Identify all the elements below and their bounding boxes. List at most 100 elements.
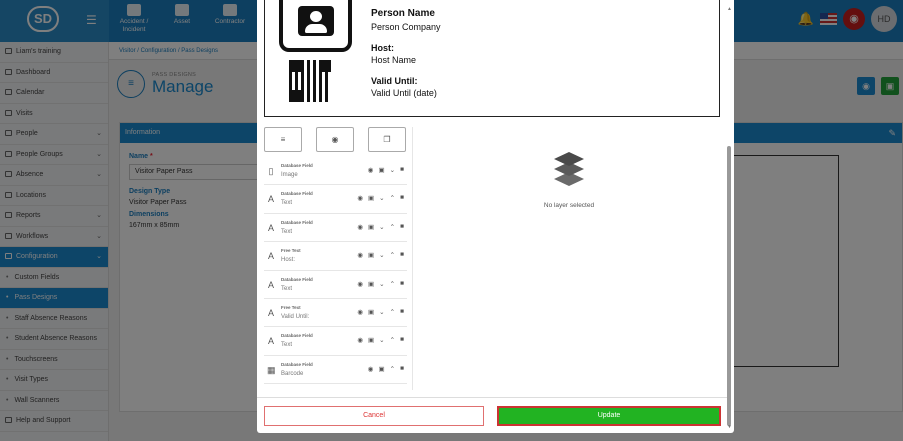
trash-icon[interactable]: ■ bbox=[400, 194, 404, 202]
eye-icon[interactable]: ◉ bbox=[357, 194, 363, 202]
modal-scrollbar[interactable]: ▲ ▼ bbox=[727, 6, 732, 430]
image-layer-icon: ▯ bbox=[268, 166, 274, 176]
layer-name: Text bbox=[281, 285, 293, 292]
layer-type: Free Text bbox=[281, 304, 301, 310]
layer-actions: ◉ ▣ ⌄ ⌃ ■ bbox=[357, 336, 404, 344]
eye-icon[interactable]: ◉ bbox=[357, 336, 363, 344]
chevron-down-icon[interactable]: ⌄ bbox=[379, 336, 384, 344]
empty-state-text: No layer selected bbox=[543, 202, 595, 209]
cancel-button[interactable]: Cancel bbox=[264, 406, 484, 426]
qr-code-icon bbox=[289, 60, 331, 102]
scroll-down-icon[interactable]: ▼ bbox=[727, 424, 732, 430]
layer-item[interactable]: A Free Text Valid Until: ◉ ▣ ⌄ ⌃ ■ bbox=[264, 299, 407, 328]
layer-item[interactable]: A Database Field Text ◉ ▣ ⌄ ⌃ ■ bbox=[264, 185, 407, 214]
text-layer-icon: A bbox=[267, 251, 274, 262]
lock-icon[interactable]: ▣ bbox=[378, 365, 384, 373]
layer-list: ▯ Database Field Image ◉ ▣ ⌄ ■ A Database Field… bbox=[264, 157, 407, 385]
chevron-up-icon[interactable]: ⌃ bbox=[390, 336, 395, 344]
eye-icon[interactable]: ◉ bbox=[357, 251, 363, 259]
layer-actions: ◉ ▣ ⌄ ⌃ ■ bbox=[357, 251, 404, 259]
trash-icon[interactable]: ■ bbox=[400, 336, 404, 344]
chevron-up-icon[interactable]: ⌃ bbox=[390, 194, 395, 202]
trash-icon[interactable]: ■ bbox=[400, 251, 404, 259]
modal-footer-divider bbox=[257, 397, 727, 398]
layer-item[interactable]: ▦ Database Field Barcode ◉ ▣ ⌃ ■ bbox=[264, 356, 407, 385]
layer-item[interactable]: A Database Field Text ◉ ▣ ⌄ ⌃ ■ bbox=[264, 214, 407, 243]
trash-icon[interactable]: ■ bbox=[400, 280, 404, 288]
valid-until-label: Valid Until: bbox=[371, 76, 418, 86]
toggle-visibility-button[interactable]: ◉ bbox=[316, 127, 354, 152]
eye-icon[interactable]: ◉ bbox=[357, 280, 363, 288]
text-layer-icon: A bbox=[267, 279, 274, 290]
lock-icon[interactable]: ▣ bbox=[368, 223, 374, 231]
layer-name: Valid Until: bbox=[281, 313, 310, 320]
eye-icon: ◉ bbox=[331, 135, 339, 144]
host-label: Host: bbox=[371, 43, 394, 53]
barcode-layer-icon: ▦ bbox=[267, 364, 276, 375]
person-icon bbox=[298, 6, 334, 36]
chevron-down-icon[interactable]: ⌄ bbox=[379, 223, 384, 231]
layer-type: Database Field bbox=[281, 219, 313, 225]
layer-item[interactable]: A Database Field Text ◉ ▣ ⌄ ⌃ ■ bbox=[264, 327, 407, 356]
text-layer-icon: A bbox=[267, 307, 274, 318]
pass-card-preview: Person Name Person Company Host: Host Na… bbox=[264, 0, 720, 117]
layer-type: Database Field bbox=[281, 191, 313, 197]
eye-icon[interactable]: ◉ bbox=[357, 223, 363, 231]
person-name: Person Name bbox=[371, 8, 435, 19]
chevron-down-icon[interactable]: ⌄ bbox=[379, 251, 384, 259]
no-layer-selected-state: No layer selected bbox=[517, 152, 621, 209]
lock-icon[interactable]: ▣ bbox=[368, 251, 374, 259]
lock-icon[interactable]: ▣ bbox=[368, 280, 374, 288]
list-view-button[interactable]: ≡ bbox=[264, 127, 302, 152]
layer-type: Free Text bbox=[281, 248, 301, 254]
trash-icon[interactable]: ■ bbox=[400, 223, 404, 231]
eye-icon[interactable]: ◉ bbox=[368, 166, 374, 174]
layer-actions: ◉ ▣ ⌃ ■ bbox=[368, 365, 404, 373]
person-company: Person Company bbox=[371, 22, 441, 32]
lock-icon[interactable]: ▣ bbox=[378, 166, 384, 174]
scroll-thumb[interactable] bbox=[727, 146, 731, 426]
lock-icon[interactable]: ▣ bbox=[368, 308, 374, 316]
chevron-up-icon[interactable]: ⌃ bbox=[390, 223, 395, 231]
layer-item[interactable]: A Database Field Text ◉ ▣ ⌄ ⌃ ■ bbox=[264, 271, 407, 299]
list-icon: ≡ bbox=[280, 135, 286, 144]
chevron-up-icon[interactable]: ⌃ bbox=[390, 365, 395, 373]
layer-type: Database Field bbox=[281, 333, 313, 339]
eye-icon[interactable]: ◉ bbox=[357, 308, 363, 316]
layer-name: Host: bbox=[281, 257, 296, 264]
panel-divider bbox=[412, 127, 413, 390]
layer-name: Text bbox=[281, 228, 293, 235]
layer-name: Barcode bbox=[281, 370, 304, 377]
layer-name: Text bbox=[281, 200, 293, 207]
layer-actions: ◉ ▣ ⌄ ■ bbox=[368, 166, 404, 174]
chevron-up-icon[interactable]: ⌃ bbox=[390, 280, 395, 288]
trash-icon[interactable]: ■ bbox=[400, 166, 404, 174]
trash-icon[interactable]: ■ bbox=[400, 365, 404, 373]
lock-icon[interactable]: ▣ bbox=[368, 194, 374, 202]
layer-item[interactable]: A Free Text Host: ◉ ▣ ⌄ ⌃ ■ bbox=[264, 242, 407, 271]
chevron-down-icon[interactable]: ⌄ bbox=[379, 194, 384, 202]
layer-type: Database Field bbox=[281, 276, 313, 282]
layer-toolbar: ≡ ◉ ❐ bbox=[264, 127, 406, 152]
chevron-down-icon[interactable]: ⌄ bbox=[379, 280, 384, 288]
pass-card-text: Person Name Person Company Host: Host Na… bbox=[371, 8, 441, 98]
layer-type: Database Field bbox=[281, 361, 313, 367]
chevron-up-icon[interactable]: ⌃ bbox=[390, 308, 395, 316]
layer-item[interactable]: ▯ Database Field Image ◉ ▣ ⌄ ■ bbox=[264, 157, 407, 186]
eye-icon[interactable]: ◉ bbox=[368, 365, 374, 373]
layer-name: Image bbox=[281, 172, 298, 178]
layer-actions: ◉ ▣ ⌄ ⌃ ■ bbox=[357, 223, 404, 231]
chevron-down-icon[interactable]: ⌄ bbox=[379, 308, 384, 316]
scroll-up-icon[interactable]: ▲ bbox=[727, 6, 732, 12]
update-button[interactable]: Update bbox=[497, 406, 721, 426]
lock-icon: ❐ bbox=[383, 135, 391, 144]
text-layer-icon: A bbox=[267, 194, 274, 205]
lock-toggle-button[interactable]: ❐ bbox=[368, 127, 406, 152]
chevron-down-icon[interactable]: ⌄ bbox=[390, 166, 395, 174]
layer-name: Text bbox=[281, 342, 293, 349]
pass-design-editor-modal: Person Name Person Company Host: Host Na… bbox=[257, 0, 734, 433]
layer-actions: ◉ ▣ ⌄ ⌃ ■ bbox=[357, 308, 404, 316]
chevron-up-icon[interactable]: ⌃ bbox=[390, 251, 395, 259]
trash-icon[interactable]: ■ bbox=[400, 308, 404, 316]
lock-icon[interactable]: ▣ bbox=[368, 336, 374, 344]
